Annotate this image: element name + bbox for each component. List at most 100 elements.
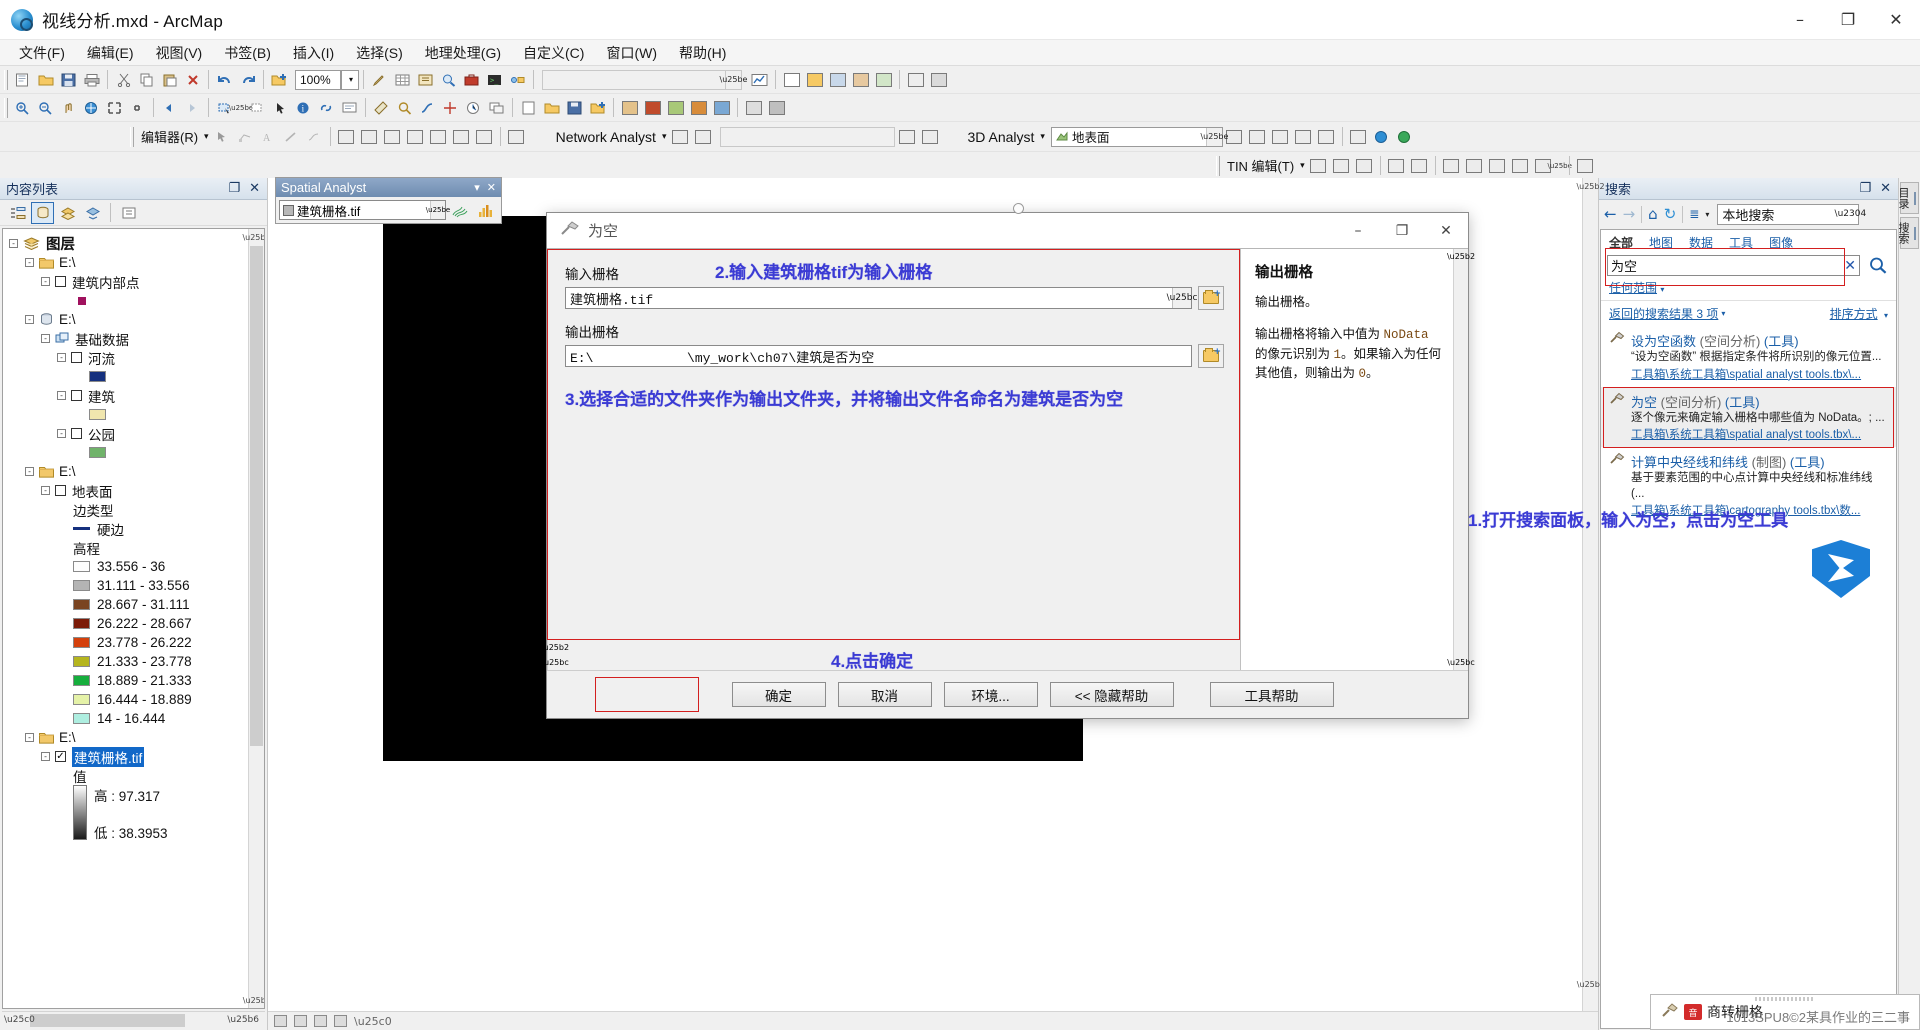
three-d-analyst-label[interactable]: 3D Analyst bbox=[963, 129, 1038, 145]
layout-view-icon[interactable] bbox=[294, 1015, 307, 1027]
menu-item-selection[interactable]: 选择(S) bbox=[345, 40, 414, 66]
grid-g-icon[interactable] bbox=[765, 97, 788, 119]
search-close-icon[interactable]: ✕ bbox=[1880, 181, 1891, 196]
create-features-icon[interactable] bbox=[473, 126, 496, 148]
copy-icon[interactable] bbox=[135, 69, 158, 91]
new-doc2-icon[interactable] bbox=[517, 97, 540, 119]
edit-annotation-icon[interactable]: A bbox=[257, 126, 280, 148]
editor-menu-label[interactable]: 编辑器(R) bbox=[137, 127, 202, 146]
toc-tree[interactable]: - 图层 - E:\ - 建筑内部点 - E:\ - 基础数据 - 河流 - 建筑 - 公园 - E:\ - 地表面边… bbox=[2, 228, 265, 1009]
symbol-swatch[interactable] bbox=[73, 599, 90, 610]
spatial-analyst-menu-arrow[interactable]: ▾ bbox=[474, 181, 480, 194]
search-result-item[interactable]: 为空 (空间分析) (工具) 逐个像元来确定输入栅格中哪些值为 NoData。; … bbox=[1601, 386, 1896, 448]
html-popup-icon[interactable] bbox=[338, 97, 361, 119]
search-scope-row[interactable]: 任何范围 ▾ bbox=[1601, 277, 1896, 300]
spatial-analyst-close-icon[interactable]: ✕ bbox=[487, 181, 496, 194]
menu-item-help[interactable]: 帮助(H) bbox=[668, 40, 737, 66]
maximize-button[interactable]: ❐ bbox=[1824, 0, 1872, 40]
search-result-item[interactable]: 设为空函数 (空间分析) (工具) “设为空函数” 根据指定条件将所识别的像元位置… bbox=[1601, 326, 1896, 387]
catalog-window-icon[interactable] bbox=[414, 69, 437, 91]
scroll-right-arrow-icon[interactable]: \u25b6 bbox=[227, 1015, 265, 1025]
edit-vertices-icon[interactable] bbox=[234, 126, 257, 148]
help-vertical-scrollbar[interactable]: \u25b2 \u25bc bbox=[1447, 249, 1475, 670]
select-elements-icon[interactable] bbox=[269, 97, 292, 119]
toc-horizontal-scrollbar[interactable]: \u25c0 \u25b6 bbox=[2, 1011, 265, 1028]
construct-point-icon[interactable] bbox=[358, 126, 381, 148]
network-new-route-icon[interactable] bbox=[668, 126, 691, 148]
tin-c-icon[interactable] bbox=[1486, 155, 1509, 177]
list-by-source-icon[interactable] bbox=[31, 201, 54, 224]
symbol-swatch[interactable] bbox=[89, 447, 106, 458]
grid-d-icon[interactable] bbox=[687, 97, 710, 119]
construct-polygon-icon[interactable] bbox=[335, 126, 358, 148]
toolbar-grip[interactable] bbox=[1216, 155, 1220, 176]
expand-collapse-toggle[interactable]: - bbox=[57, 391, 66, 400]
three-d-layer-combo[interactable]: 地表面 \u25be bbox=[1050, 126, 1228, 147]
layout-c-icon[interactable] bbox=[849, 69, 872, 91]
create-viewer-icon[interactable] bbox=[485, 97, 508, 119]
layer-visibility-checkbox[interactable] bbox=[55, 485, 66, 496]
forward-extent-icon[interactable] bbox=[181, 97, 204, 119]
symbol-point[interactable] bbox=[78, 296, 86, 305]
toc-row[interactable]: 23.778 - 26.222 bbox=[9, 633, 264, 652]
toc-pin-icon[interactable]: ❐ bbox=[228, 181, 240, 196]
report-icon[interactable] bbox=[780, 69, 803, 91]
delete-icon[interactable] bbox=[181, 69, 204, 91]
layout-a-icon[interactable] bbox=[803, 69, 826, 91]
symbol-swatch[interactable] bbox=[73, 656, 90, 667]
symbol-swatch[interactable] bbox=[73, 713, 90, 724]
cancel-button[interactable]: 取消 bbox=[837, 682, 932, 707]
open-doc2-icon[interactable] bbox=[540, 97, 563, 119]
search-tab-maps[interactable]: 地图 bbox=[1649, 234, 1673, 251]
layout-b-icon[interactable] bbox=[826, 69, 849, 91]
refresh-view-icon[interactable] bbox=[314, 1015, 327, 1027]
expand-collapse-toggle[interactable]: - bbox=[41, 334, 50, 343]
chevron-down-icon[interactable]: \u25be bbox=[426, 201, 450, 219]
list-by-visibility-icon[interactable] bbox=[56, 202, 79, 224]
result-path[interactable]: 工具箱\系统工具箱\spatial analyst tools.tbx\... bbox=[1631, 426, 1885, 442]
chevron-down-icon[interactable]: ▾ bbox=[1660, 285, 1664, 294]
expand-collapse-toggle[interactable]: - bbox=[25, 467, 34, 476]
toolbar-disabled-combo[interactable]: \u25be bbox=[542, 69, 747, 90]
model-icon[interactable] bbox=[506, 69, 529, 91]
tab-search[interactable]: 搜索 bbox=[1897, 217, 1919, 249]
scroll-up-arrow-icon[interactable]: \u25b2 bbox=[1447, 249, 1475, 264]
tin-edit-arrow[interactable]: ▾ bbox=[1298, 161, 1307, 171]
toc-color-ramp-row[interactable]: 高 : 97.317 低 : 38.3953 bbox=[9, 785, 264, 842]
symbol-swatch[interactable] bbox=[73, 694, 90, 705]
forward-icon[interactable]: → bbox=[1623, 205, 1636, 223]
select-dropdown-arrow[interactable]: \u25be bbox=[229, 97, 253, 119]
find-route-icon[interactable] bbox=[416, 97, 439, 119]
menu-item-window[interactable]: 窗口(W) bbox=[595, 40, 668, 66]
clear-selection-icon[interactable] bbox=[246, 97, 269, 119]
line-of-sight-icon[interactable] bbox=[1292, 126, 1315, 148]
snapping-icon[interactable] bbox=[505, 126, 528, 148]
search-tab-data[interactable]: 数据 bbox=[1689, 234, 1713, 251]
attributes-icon[interactable] bbox=[427, 126, 450, 148]
layout-d-icon[interactable] bbox=[872, 69, 895, 91]
identify-icon[interactable]: i bbox=[292, 97, 315, 119]
symbol-swatch[interactable] bbox=[73, 675, 90, 686]
expand-collapse-toggle[interactable]: - bbox=[57, 353, 66, 362]
new-map-icon[interactable] bbox=[11, 69, 34, 91]
chevron-down-icon[interactable]: \u25bc bbox=[1167, 288, 1197, 308]
sa-histogram-icon[interactable] bbox=[475, 199, 498, 221]
cut-icon[interactable] bbox=[112, 69, 135, 91]
back-icon[interactable]: ← bbox=[1604, 205, 1617, 223]
menu-item-view[interactable]: 视图(V) bbox=[145, 40, 214, 66]
toc-row[interactable]: 26.222 - 28.667 bbox=[9, 614, 264, 633]
back-extent-icon[interactable] bbox=[158, 97, 181, 119]
scroll-thumb[interactable] bbox=[30, 1013, 185, 1027]
search-pin-icon[interactable]: ❐ bbox=[1859, 181, 1871, 196]
symbol-swatch[interactable] bbox=[73, 580, 90, 591]
tin-edit-label[interactable]: TIN 编辑(T) bbox=[1223, 156, 1298, 175]
toc-row[interactable]: 21.333 - 23.778 bbox=[9, 652, 264, 671]
home-icon[interactable]: ⌂ bbox=[1648, 205, 1658, 223]
rotate-icon[interactable] bbox=[404, 126, 427, 148]
scale-combo[interactable]: 100% bbox=[295, 69, 341, 90]
tin-add-point-icon[interactable] bbox=[1307, 155, 1330, 177]
expand-collapse-toggle[interactable]: - bbox=[25, 733, 34, 742]
toc-vertical-scrollbar[interactable]: \u25b2 \u25bc bbox=[242, 229, 264, 1008]
pan-icon[interactable] bbox=[57, 97, 80, 119]
output-raster-browse-button[interactable]: + bbox=[1198, 344, 1224, 368]
